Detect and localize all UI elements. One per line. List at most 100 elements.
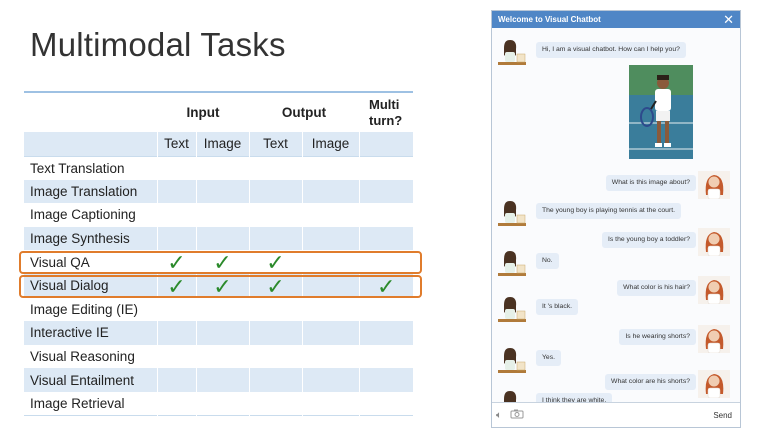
bot-avatar xyxy=(496,249,528,277)
task-name: Image Synthesis xyxy=(24,226,157,251)
check-cell xyxy=(358,226,414,251)
bot-avatar xyxy=(496,199,528,227)
check-cell xyxy=(195,321,249,345)
user-avatar xyxy=(698,228,730,256)
user-avatar xyxy=(698,370,730,398)
user-avatar xyxy=(698,276,730,304)
visual-chatbot-window: Welcome to Visual Chatbot ✕ Hi, I am a v… xyxy=(491,10,741,428)
check-cell xyxy=(195,368,249,392)
table-row: Text Translation xyxy=(24,156,414,180)
table-row: Image Retrieval xyxy=(24,391,414,416)
check-cell xyxy=(195,203,249,227)
check-cell xyxy=(195,179,249,204)
check-cell xyxy=(301,179,360,204)
subheader-multi-turn xyxy=(358,132,414,156)
bot-message: Yes. xyxy=(536,350,561,367)
close-icon[interactable]: ✕ xyxy=(723,13,734,26)
empty-subheader xyxy=(24,132,157,156)
user-avatar xyxy=(698,325,730,353)
visual-dialog-highlight xyxy=(19,275,422,298)
speaker-icon[interactable]: 🔈︎ xyxy=(496,410,502,421)
user-message: Is the young boy a toddler? xyxy=(602,232,696,249)
table-row: Image Captioning xyxy=(24,203,414,227)
user-message: What is this image about? xyxy=(605,175,696,192)
check-cell xyxy=(195,226,249,251)
slide-title: Multimodal Tasks xyxy=(30,26,286,63)
check-cell xyxy=(248,179,302,204)
check-cell xyxy=(248,226,302,251)
bot-message: Hi, I am a visual chatbot. How can I hel… xyxy=(536,42,686,59)
user-message: Is he wearing shorts? xyxy=(619,329,696,346)
camera-icon[interactable] xyxy=(510,409,524,422)
task-name: Image Translation xyxy=(24,179,157,204)
check-cell xyxy=(358,368,414,392)
check-cell xyxy=(156,156,196,180)
check-cell xyxy=(195,344,249,369)
send-button[interactable]: Send xyxy=(709,409,736,422)
subheader-input-image: Image xyxy=(195,132,249,156)
bot-avatar xyxy=(496,295,528,323)
table-row: Visual Reasoning xyxy=(24,344,414,369)
visual-qa-highlight xyxy=(19,251,422,274)
bot-avatar xyxy=(496,38,528,66)
check-cell xyxy=(358,391,414,416)
check-cell xyxy=(301,203,360,227)
task-name: Image Editing (IE) xyxy=(30,301,139,317)
user-message: What color are his shorts? xyxy=(605,374,696,391)
check-cell xyxy=(195,297,249,322)
user-message: What color is his hair? xyxy=(617,280,696,297)
tennis-boy-photo xyxy=(629,65,693,159)
table-row: Interactive IE xyxy=(24,321,414,345)
bot-message: The young boy is playing tennis at the c… xyxy=(536,203,681,220)
check-cell xyxy=(301,391,360,416)
table-row: Visual Entailment xyxy=(24,368,414,392)
chat-header: Welcome to Visual Chatbot ✕ xyxy=(492,11,740,28)
check-cell xyxy=(156,321,196,345)
check-cell xyxy=(248,391,302,416)
task-name: Visual Reasoning xyxy=(30,349,135,365)
task-name: Interactive IE xyxy=(24,321,157,345)
table-row: Image Editing (IE) xyxy=(24,297,414,322)
check-cell xyxy=(248,321,302,345)
check-cell xyxy=(156,391,196,416)
bot-message: No. xyxy=(536,253,559,270)
bot-avatar xyxy=(496,346,528,374)
table-row: Image Translation xyxy=(24,179,414,204)
check-cell xyxy=(301,344,360,369)
table-row: Image Synthesis xyxy=(24,226,414,251)
chat-footer: 🔈︎ Send xyxy=(492,402,740,427)
check-cell xyxy=(248,297,302,322)
check-cell xyxy=(248,156,302,180)
check-cell xyxy=(156,179,196,204)
task-name: Text Translation xyxy=(30,160,125,176)
input-header: Input xyxy=(186,105,220,120)
check-cell xyxy=(248,344,302,369)
chat-messages: Hi, I am a visual chatbot. How can I hel… xyxy=(492,28,740,416)
subheader-output-text: Text xyxy=(248,132,302,156)
check-cell xyxy=(301,321,360,345)
output-header: Output xyxy=(281,105,327,120)
subheader-output-image: Image xyxy=(301,132,360,156)
subheader-input-text: Text xyxy=(156,132,196,156)
check-cell xyxy=(195,391,249,416)
check-cell xyxy=(301,297,360,322)
check-cell xyxy=(358,297,414,322)
check-cell xyxy=(195,156,249,180)
check-cell xyxy=(248,203,302,227)
chat-title: Welcome to Visual Chatbot xyxy=(498,15,601,24)
check-cell xyxy=(358,156,414,180)
empty-header xyxy=(24,92,157,132)
check-cell xyxy=(156,226,196,251)
check-cell xyxy=(301,156,360,180)
check-cell xyxy=(248,368,302,392)
check-cell xyxy=(358,179,414,204)
task-name: Image Retrieval xyxy=(30,395,125,411)
multi-turn-header: Multi turn? xyxy=(369,96,403,128)
check-cell xyxy=(156,203,196,227)
user-avatar xyxy=(698,171,730,199)
check-cell xyxy=(156,297,196,322)
table-subheader-row: Text Image Text Image xyxy=(24,132,414,156)
check-cell xyxy=(358,344,414,369)
check-cell xyxy=(156,344,196,369)
check-cell xyxy=(358,321,414,345)
